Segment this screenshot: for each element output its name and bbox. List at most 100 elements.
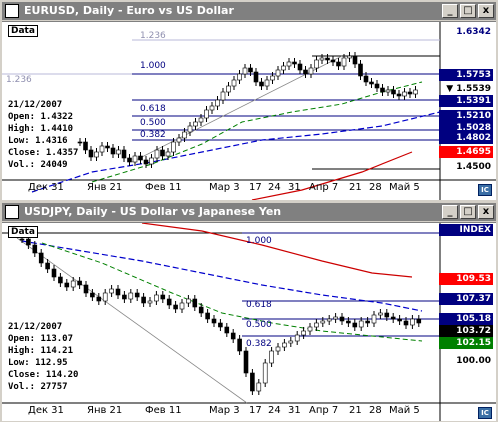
info-low: Low: 1.4316	[8, 136, 68, 146]
corner-button[interactable]: IC	[478, 184, 492, 196]
minimize-button[interactable]: _	[442, 4, 458, 18]
ohlc-info-panel: 21/12/2007 Open: 1.4322 High: 1.4410 Low…	[8, 99, 78, 171]
candle-body	[38, 252, 44, 264]
usdjpy-title-bar[interactable]: USDJPY, Daily - US Dollar vs Japanese Ye…	[2, 203, 496, 221]
candle-body	[198, 117, 204, 123]
candle-body	[83, 284, 89, 294]
candle-body	[128, 292, 134, 300]
x-tick: 24	[268, 405, 281, 416]
candle-body	[88, 149, 94, 158]
candle-body	[51, 268, 57, 278]
current-price-label: ▼ 1.5539	[446, 84, 491, 94]
ohlc-info-panel: 21/12/2007 Open: 113.07 High: 114.21 Low…	[8, 321, 78, 393]
usdjpy-candles	[19, 235, 422, 395]
candle-body	[122, 294, 127, 300]
candle-body	[371, 314, 377, 324]
candle-body	[193, 121, 198, 127]
eurusd-chart-area[interactable]: 1.236 1.000 0.618 0.500 0.382 1.236 Data…	[2, 21, 496, 200]
candle-body	[237, 338, 242, 352]
candle-body	[259, 81, 264, 87]
candle-body	[250, 372, 255, 392]
candle-body	[204, 109, 209, 119]
candle-body	[365, 320, 370, 324]
candle-body	[390, 316, 396, 320]
candle-body	[102, 292, 108, 302]
candle-body	[220, 91, 226, 101]
x-tick: 17	[249, 182, 262, 193]
candle-body	[264, 79, 270, 87]
candle-body	[341, 57, 347, 67]
x-tick: Янв 21	[87, 405, 123, 416]
candle-body	[154, 149, 160, 159]
eurusd-chart-window: EURUSD, Daily - Euro vs US Dollar _ □ x	[0, 0, 498, 201]
x-tick: Мар 3	[209, 182, 240, 193]
candle-body	[64, 282, 70, 288]
price-label: 107.37	[439, 293, 493, 305]
candle-body	[83, 141, 88, 151]
info-vol: Vol.: 24049	[8, 160, 68, 170]
chart-window-icon	[5, 4, 19, 18]
info-date: 21/12/2007	[8, 322, 63, 332]
candle-body	[242, 67, 248, 75]
x-tick: 24	[268, 182, 281, 193]
candle-body	[143, 159, 149, 165]
chart-window-icon	[5, 205, 19, 219]
x-tick: 28	[369, 182, 382, 193]
candle-body	[288, 340, 294, 344]
maximize-button[interactable]: □	[460, 4, 476, 18]
candle-body	[32, 244, 38, 254]
info-open: Open: 1.4322	[8, 112, 74, 122]
candle-body	[134, 292, 140, 298]
candle-body	[45, 262, 50, 270]
candle-body	[380, 87, 385, 93]
info-open: Open: 113.07	[8, 334, 74, 344]
x-tick: 31	[288, 182, 301, 193]
candle-body	[138, 155, 143, 161]
candle-body	[270, 75, 275, 81]
fib-label-0500: 0.500	[246, 320, 272, 330]
x-tick: 21	[349, 405, 362, 416]
candle-body	[292, 61, 297, 65]
candle-body	[275, 69, 281, 77]
candle-body	[187, 125, 193, 133]
fib-label-1236: 1.236	[140, 31, 166, 41]
candle-body	[358, 63, 363, 77]
close-button[interactable]: x	[478, 4, 494, 18]
fib-label-1000: 1.000	[246, 236, 272, 246]
candle-body	[205, 312, 210, 320]
usdjpy-window-title: USDJPY, Daily - US Dollar vs Japanese Ye…	[24, 205, 282, 218]
candle-body	[378, 312, 383, 316]
corner-button[interactable]: IC	[478, 407, 492, 419]
price-label: 1.5753	[439, 69, 493, 81]
candle-body	[282, 342, 287, 348]
candle-body	[320, 320, 326, 324]
candle-body	[314, 322, 319, 328]
candle-body	[226, 85, 231, 93]
candle-body	[160, 294, 166, 300]
info-low: Low: 112.95	[8, 358, 68, 368]
maximize-button[interactable]: □	[460, 205, 476, 219]
candle-body	[26, 238, 31, 246]
candle-body	[171, 141, 176, 153]
candle-body	[115, 288, 121, 296]
candle-body	[397, 318, 402, 322]
candle-body	[211, 318, 217, 324]
x-tick: Апр 7	[309, 405, 339, 416]
fib-label-1236-left: 1.236	[6, 75, 32, 85]
candle-body	[374, 83, 380, 89]
candle-body	[198, 306, 204, 314]
candle-body	[325, 57, 330, 61]
candle-body	[132, 155, 138, 163]
info-close: Close: 1.4357	[8, 148, 79, 158]
info-vol: Vol.: 27757	[8, 382, 68, 392]
price-label: 1.4500	[456, 162, 491, 172]
candle-body	[294, 334, 300, 342]
candle-body	[224, 326, 230, 334]
usdjpy-chart-area[interactable]: 1.000 0.618 0.500 0.382 Data INDEX 21/12…	[2, 222, 496, 421]
candle-body	[286, 61, 292, 67]
eurusd-title-bar[interactable]: EURUSD, Daily - Euro vs US Dollar _ □ x	[2, 2, 496, 20]
minimize-button[interactable]: _	[442, 205, 458, 219]
usdjpy-time-axis: Дек 31 Янв 21 Фев 11 Мар 3 17 24 31 Апр …	[2, 405, 440, 419]
close-button[interactable]: x	[478, 205, 494, 219]
candle-body	[176, 137, 182, 143]
